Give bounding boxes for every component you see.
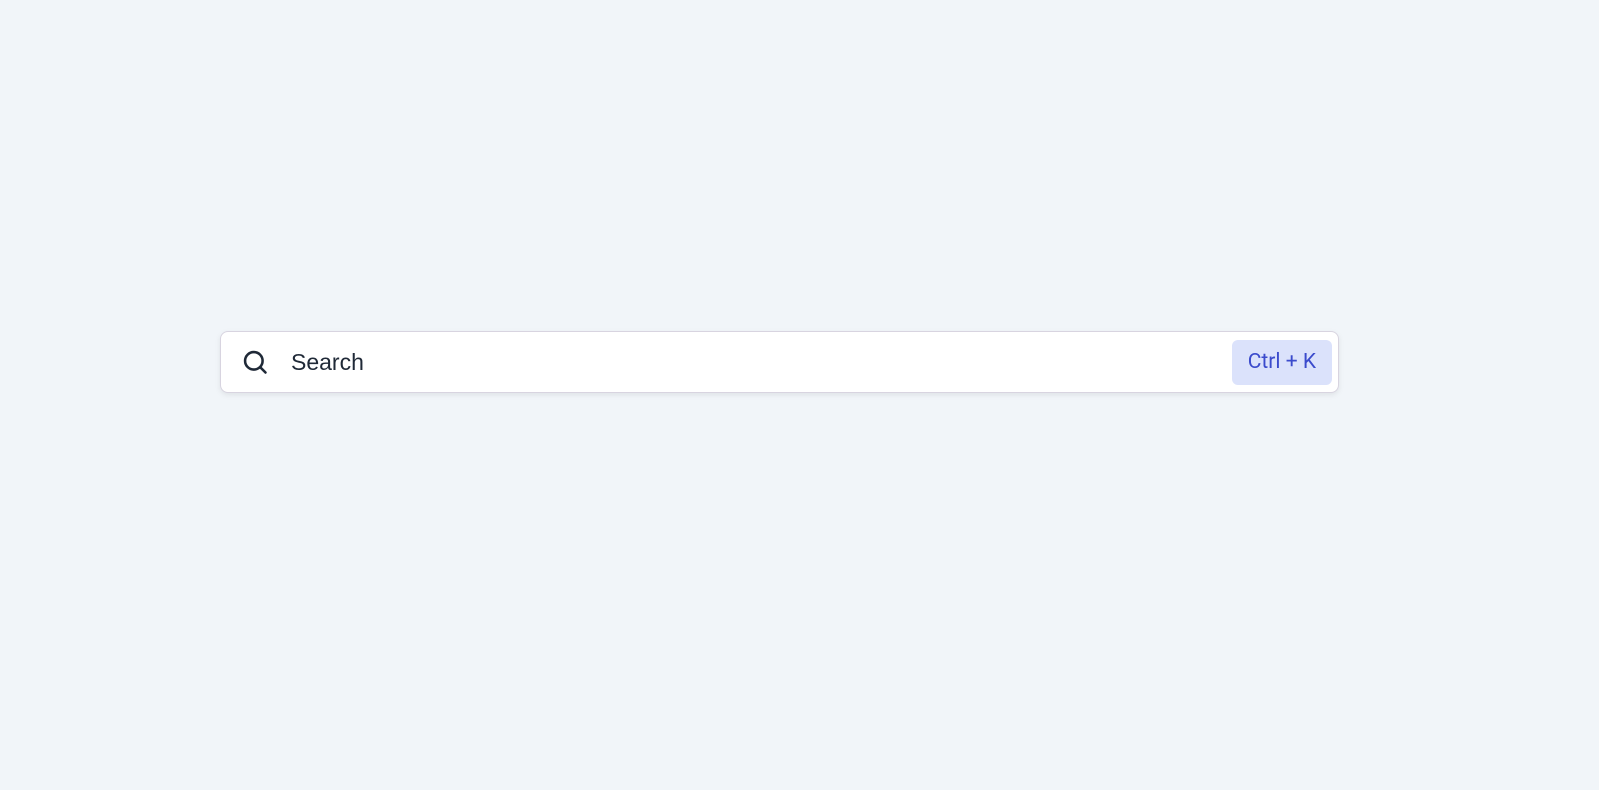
search-input[interactable] <box>291 349 1232 376</box>
keyboard-shortcut-badge: Ctrl + K <box>1232 340 1332 385</box>
search-bar[interactable]: Ctrl + K <box>220 331 1339 393</box>
search-icon <box>241 348 269 376</box>
